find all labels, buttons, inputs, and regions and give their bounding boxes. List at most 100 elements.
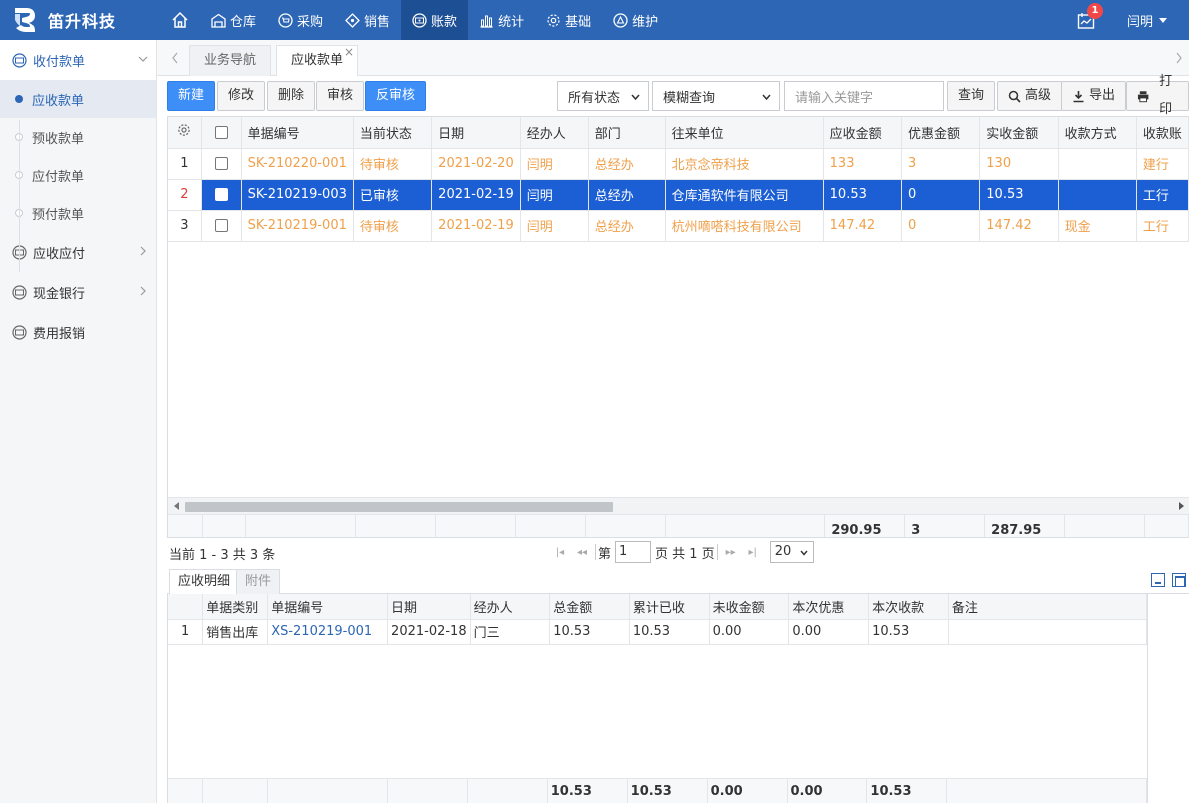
- nav-maintain[interactable]: 维护: [602, 0, 669, 40]
- search-input[interactable]: 请输入关键字: [784, 81, 944, 111]
- nav-home[interactable]: [160, 0, 200, 40]
- page-size-select[interactable]: 20: [769, 541, 814, 563]
- col-header[interactable]: 经办人: [520, 117, 589, 149]
- nav-sales-label: 销售: [364, 14, 391, 30]
- total-empty: [515, 514, 586, 537]
- col-header[interactable]: 往来单位: [665, 117, 824, 149]
- total-empty: [202, 778, 269, 803]
- table-row-selected[interactable]: 2 SK-210219-003 已审核 2021-02-19 闫明 总经办 仓库…: [168, 179, 1189, 211]
- table-row[interactable]: 1 SK-210220-001 待审核 2021-02-20 闫明 总经办 北京…: [168, 148, 1189, 180]
- col-header[interactable]: 单据编号: [241, 117, 354, 149]
- col-header-blank: [168, 594, 204, 620]
- minimize-icon[interactable]: [1151, 573, 1165, 587]
- tabs-bar: 业务导航 应收款单 ×: [157, 40, 1189, 77]
- col-header[interactable]: 未收金额: [709, 594, 790, 620]
- audit-button[interactable]: 审核: [316, 81, 365, 111]
- col-header[interactable]: 应收金额: [823, 117, 902, 149]
- table-row[interactable]: 1 销售出库 XS-210219-001 2021-02-18 门三 10.53…: [168, 619, 1147, 645]
- nav-warehouse[interactable]: 仓库: [200, 0, 267, 40]
- cell-discount: 0.00: [788, 619, 870, 645]
- scroll-left-icon[interactable]: [174, 502, 179, 510]
- tab-receivable-bill[interactable]: 应收款单 ×: [276, 45, 359, 77]
- nav-stats-label: 统计: [498, 14, 525, 30]
- col-header[interactable]: 本次收款: [868, 594, 949, 620]
- first-page-icon[interactable]: |◂: [549, 542, 571, 562]
- total-empty: [168, 778, 204, 803]
- sidebar-item-advance-payment[interactable]: 预付款单: [0, 194, 156, 232]
- prev-page-icon[interactable]: ◂◂: [571, 542, 593, 562]
- cell-received: 10.53: [979, 179, 1059, 211]
- col-header[interactable]: 总金额: [549, 594, 630, 620]
- col-header[interactable]: 日期: [387, 594, 471, 620]
- sidebar-group-receivables-payables[interactable]: 应收应付: [0, 232, 156, 272]
- select-all-checkbox[interactable]: [201, 117, 242, 149]
- search-mode-select[interactable]: 模糊查询: [652, 81, 780, 111]
- sidebar-group-receipts-payments[interactable]: 收付款单: [0, 40, 156, 80]
- col-header[interactable]: 收款方式: [1058, 117, 1137, 149]
- cell-handler: 闫明: [520, 179, 589, 211]
- tab-business-nav[interactable]: 业务导航: [189, 45, 272, 76]
- sidebar-group-label: 收付款单: [33, 54, 86, 70]
- maximize-icon[interactable]: [1172, 573, 1186, 587]
- total-empty: [245, 514, 357, 537]
- total-amount: 10.53: [547, 778, 628, 803]
- col-header[interactable]: 优惠金额: [901, 117, 981, 149]
- scroll-right-icon[interactable]: [1179, 502, 1184, 510]
- col-header[interactable]: 备注: [948, 594, 1147, 620]
- col-header[interactable]: 日期: [431, 117, 521, 149]
- col-header[interactable]: 收款账: [1136, 117, 1189, 149]
- top-right: 1 闫明: [1077, 0, 1189, 40]
- chevron-left-icon[interactable]: [169, 50, 181, 66]
- horizontal-scrollbar[interactable]: [168, 497, 1189, 514]
- scrollbar-thumb[interactable]: [185, 502, 613, 512]
- row-checkbox[interactable]: [201, 179, 242, 211]
- delete-button[interactable]: 删除: [267, 81, 316, 111]
- column-settings[interactable]: [168, 117, 202, 149]
- tab-receivable-detail[interactable]: 应收明细: [169, 569, 240, 595]
- col-header[interactable]: 部门: [588, 117, 666, 149]
- unaudit-button[interactable]: 反审核: [365, 81, 427, 111]
- col-header[interactable]: 本次优惠: [788, 594, 870, 620]
- sidebar-group-expense[interactable]: 费用报销: [0, 312, 156, 352]
- nav-purchase[interactable]: 采购: [267, 0, 334, 40]
- col-header[interactable]: 累计已收: [629, 594, 710, 620]
- nav-stats[interactable]: 统计: [468, 0, 535, 40]
- chevron-right-icon[interactable]: [1173, 50, 1185, 66]
- sidebar-item-receivable-bill[interactable]: 应收款单: [0, 80, 156, 118]
- query-button[interactable]: 查询: [947, 81, 996, 111]
- cell-partner: 仓库通软件有限公司: [665, 179, 824, 211]
- table-row[interactable]: 3 SK-210219-001 待审核 2021-02-19 闫明 总经办 杭州…: [168, 210, 1189, 242]
- print-button[interactable]: 打印: [1126, 74, 1189, 117]
- close-icon[interactable]: ×: [344, 37, 354, 67]
- col-header[interactable]: 单据编号: [267, 594, 389, 620]
- tab-attachment[interactable]: 附件: [236, 569, 281, 594]
- last-page-icon[interactable]: ▸|: [742, 542, 764, 562]
- advanced-button[interactable]: 高级: [997, 81, 1063, 111]
- next-page-icon[interactable]: ▸▸: [720, 542, 742, 562]
- col-header[interactable]: 当前状态: [353, 117, 433, 149]
- cell-type: 销售出库: [202, 619, 269, 645]
- cell-method: 现金: [1058, 210, 1137, 242]
- new-button[interactable]: 新建: [167, 81, 216, 111]
- cell-partner: 杭州嘀嗒科技有限公司: [665, 210, 824, 242]
- nav-basic[interactable]: 基础: [535, 0, 602, 40]
- sidebar-item-payable-bill[interactable]: 应付款单: [0, 156, 156, 194]
- row-checkbox[interactable]: [201, 148, 242, 180]
- cell-this-receipt: 10.53: [868, 619, 949, 645]
- sidebar-item-advance-receipt[interactable]: 预收款单: [0, 118, 156, 156]
- col-header[interactable]: 单据类别: [202, 594, 269, 620]
- col-header[interactable]: 经办人: [470, 594, 551, 620]
- notification-button[interactable]: 1: [1077, 3, 1103, 31]
- row-checkbox[interactable]: [201, 210, 242, 242]
- page-input[interactable]: 1: [615, 541, 652, 563]
- nav-accounts[interactable]: 账款: [401, 0, 469, 40]
- user-menu[interactable]: 闫明: [1127, 11, 1167, 30]
- sidebar-group-cash-bank[interactable]: 现金银行: [0, 272, 156, 312]
- status-select[interactable]: 所有状态: [557, 81, 649, 111]
- chevron-down-icon: [138, 56, 148, 62]
- nav-sales[interactable]: 销售: [334, 0, 401, 40]
- cell-bill-link[interactable]: XS-210219-001: [267, 619, 389, 645]
- col-header[interactable]: 实收金额: [979, 117, 1059, 149]
- export-button[interactable]: 导出: [1061, 81, 1127, 111]
- edit-button[interactable]: 修改: [217, 81, 266, 111]
